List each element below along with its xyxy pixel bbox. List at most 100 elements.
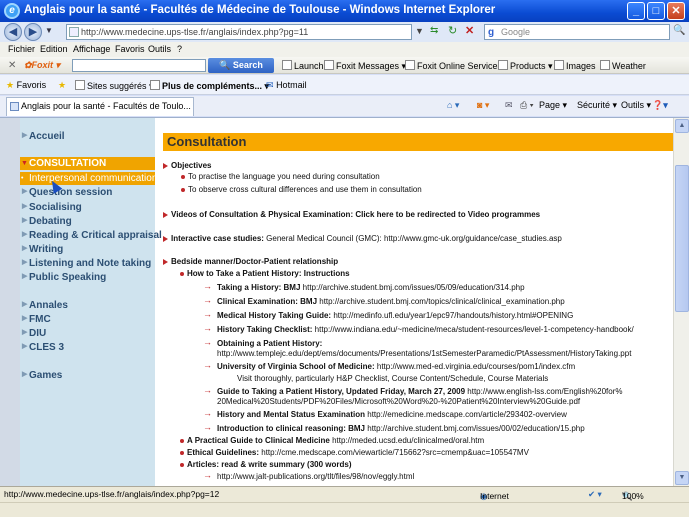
protected-mode-icon[interactable]: ✔ ▾	[588, 489, 602, 500]
feeds-icon[interactable]: ◙ ▾	[477, 100, 489, 111]
vertical-scrollbar[interactable]: ▲ ▼	[673, 118, 689, 486]
minimize-button[interactable]: _	[627, 2, 645, 20]
menu-help[interactable]: ?	[177, 44, 182, 54]
history-heading: How to Take a Patient History: Instructi…	[187, 269, 350, 278]
add-favorite-icon[interactable]: ★	[58, 80, 66, 91]
foxit-products-button[interactable]: Products ▾	[498, 60, 553, 72]
stop-icon[interactable]: ✕	[465, 24, 474, 37]
address-input[interactable]: http://www.medecine.ups-tlse.fr/anglais/…	[66, 24, 412, 40]
videos-link[interactable]: Videos of Consultation & Physical Examin…	[171, 210, 540, 219]
home-icon[interactable]: ⌂ ▾	[447, 100, 459, 111]
foxit-search-label: Search	[232, 60, 263, 70]
mail-icon[interactable]: ✉	[505, 100, 513, 111]
toolbar-close-icon[interactable]: ✕	[8, 60, 16, 71]
tools-menu[interactable]: Outils ▾	[621, 100, 651, 111]
resource-link[interactable]: Guide to Taking a Patient History, Updat…	[217, 387, 622, 396]
scroll-up-button[interactable]: ▲	[675, 119, 689, 133]
resource-url[interactable]: 20Medical%20Students/PDF%20Files/Microso…	[217, 397, 580, 406]
search-go-icon[interactable]: 🔍	[673, 25, 685, 36]
sidebar-item-question-session[interactable]: ▶ Question session	[22, 187, 112, 198]
foxit-search-input[interactable]	[72, 59, 206, 72]
menu-favoris[interactable]: Favoris	[115, 44, 145, 54]
foxit-weather-button[interactable]: Weather	[600, 60, 646, 71]
sidebar-item-debating[interactable]: ▶ Debating	[22, 216, 72, 227]
compatibility-icon[interactable]: ⇆	[430, 25, 438, 36]
red-arrow-icon: →	[203, 337, 212, 347]
bullet-icon	[180, 439, 184, 443]
sidebar-item-games[interactable]: ▶ Games	[22, 370, 62, 381]
sidebar-item-diu[interactable]: ▶ DIU	[22, 328, 46, 339]
scroll-thumb[interactable]	[675, 165, 689, 312]
sidebar-item-writing[interactable]: ▶ Writing	[22, 244, 63, 255]
browser-tab[interactable]: Anglais pour la santé - Facultés de Toul…	[6, 97, 194, 116]
forward-button[interactable]: ▶	[24, 23, 42, 41]
images-icon	[554, 60, 564, 70]
more-addons-button[interactable]: Plus de compléments... ▾	[150, 80, 269, 92]
foxit-search-button[interactable]: 🔍 Search	[208, 58, 274, 73]
search-input[interactable]: g Google	[484, 24, 670, 40]
sidebar-item-accueil[interactable]: ▶ Accueil	[22, 131, 65, 142]
page-viewport: ▶ Accueil ▼ CONSULTATION • Interpersonal co…	[0, 117, 689, 486]
menu-outils[interactable]: Outils	[148, 44, 171, 54]
sidebar-item-label: Reading & Critical appraisal	[29, 230, 162, 241]
ethical-guidelines-link[interactable]: Ethical Guidelines: http://cme.medscape.…	[187, 448, 529, 457]
refresh-icon[interactable]: ↻	[448, 24, 457, 37]
back-button[interactable]: ◀	[4, 23, 22, 41]
resource-link[interactable]: History and Mental Status Examination ht…	[217, 410, 567, 419]
help-icon[interactable]: ❓▾	[652, 100, 668, 111]
red-arrow-icon: →	[203, 295, 212, 305]
sidebar-item-cles3[interactable]: ▶ CLES 3	[22, 342, 64, 353]
history-dropdown-icon[interactable]: ▼	[45, 26, 53, 35]
foxit-online-services-button[interactable]: Foxit Online Services	[405, 60, 502, 71]
sidebar-item-label: Annales	[29, 300, 68, 311]
security-menu[interactable]: Sécurité ▾	[577, 100, 617, 111]
foxit-launch-button[interactable]: Launch	[282, 60, 324, 71]
menu-edition[interactable]: Edition	[40, 44, 68, 54]
sidebar-item-consultation[interactable]: ▼ CONSULTATION	[20, 157, 155, 170]
products-icon	[498, 60, 508, 70]
hotmail-button[interactable]: ✉ Hotmail	[266, 80, 307, 91]
bullet-icon: ▶	[22, 315, 28, 322]
resource-label: Clinical Examination: BMJ	[217, 297, 318, 306]
maximize-button[interactable]: □	[647, 2, 665, 20]
print-icon[interactable]: ⎙ ▾	[520, 100, 533, 111]
sidebar-item-label: CONSULTATION	[29, 158, 107, 169]
menu-fichier[interactable]: Fichier	[8, 44, 35, 54]
page-menu-label: Page	[539, 100, 561, 110]
menu-affichage[interactable]: Affichage	[73, 44, 110, 54]
resource-link[interactable]: University of Virginia School of Medicin…	[217, 362, 575, 371]
page-menu[interactable]: Page ▾	[539, 100, 567, 111]
resource-label: Introduction to clinical reasoning: BMJ	[217, 424, 366, 433]
sidebar-item-annales[interactable]: ▶ Annales	[22, 300, 68, 311]
sidebar-item-public-speaking[interactable]: ▶ Public Speaking	[22, 272, 106, 283]
foxit-brand[interactable]: ✿Foxit ▾	[24, 60, 60, 71]
close-button[interactable]: ✕	[667, 2, 685, 20]
practical-guide-link[interactable]: A Practical Guide to Clinical Medicine h…	[187, 436, 484, 445]
article-link[interactable]: http://www.jalt-publications.org/tlt/fil…	[217, 472, 414, 481]
case-studies-line[interactable]: Interactive case studies: General Medica…	[171, 234, 562, 243]
resource-link[interactable]: History Taking Checklist: http://www.ind…	[217, 325, 634, 334]
foxit-images-button[interactable]: Images	[554, 60, 596, 71]
resource-link[interactable]: Introduction to clinical reasoning: BMJ …	[217, 424, 585, 433]
sidebar-item-interpersonal[interactable]: • Interpersonal communication	[20, 172, 157, 185]
bullet-icon	[181, 175, 185, 179]
suggested-sites-button[interactable]: Sites suggérés ▾	[75, 80, 154, 92]
sidebar-item-listening[interactable]: ▶ Listening and Note taking	[22, 258, 151, 269]
resource-link[interactable]: Clinical Examination: BMJ http://archive…	[217, 297, 565, 306]
resource-label: History and Mental Status Examination	[217, 410, 366, 419]
sidebar-item-reading[interactable]: ▶ Reading & Critical appraisal	[22, 230, 162, 241]
resource-link[interactable]: Taking a History: BMJ http://archive.stu…	[217, 283, 525, 292]
messages-icon	[324, 60, 334, 70]
sidebar-item-socialising[interactable]: ▶ Socialising	[22, 202, 82, 213]
sidebar-item-label: Debating	[29, 216, 72, 227]
resource-link[interactable]: Medical History Taking Guide: http://med…	[217, 311, 573, 320]
launch-label: Launch	[294, 61, 324, 71]
sidebar-item-fmc[interactable]: ▶ FMC	[22, 314, 51, 325]
resource-url[interactable]: http://www.templejc.edu/dept/ems/documen…	[217, 349, 631, 358]
address-dropdown-icon[interactable]: ▼	[415, 26, 424, 36]
scroll-down-button[interactable]: ▼	[675, 471, 689, 485]
zoom-level[interactable]: 🔍 100% ▾	[622, 489, 644, 501]
tools-menu-label: Outils	[621, 100, 645, 110]
favorites-button[interactable]: ★ Favoris	[6, 80, 46, 91]
foxit-messages-button[interactable]: Foxit Messages ▾	[324, 60, 406, 72]
